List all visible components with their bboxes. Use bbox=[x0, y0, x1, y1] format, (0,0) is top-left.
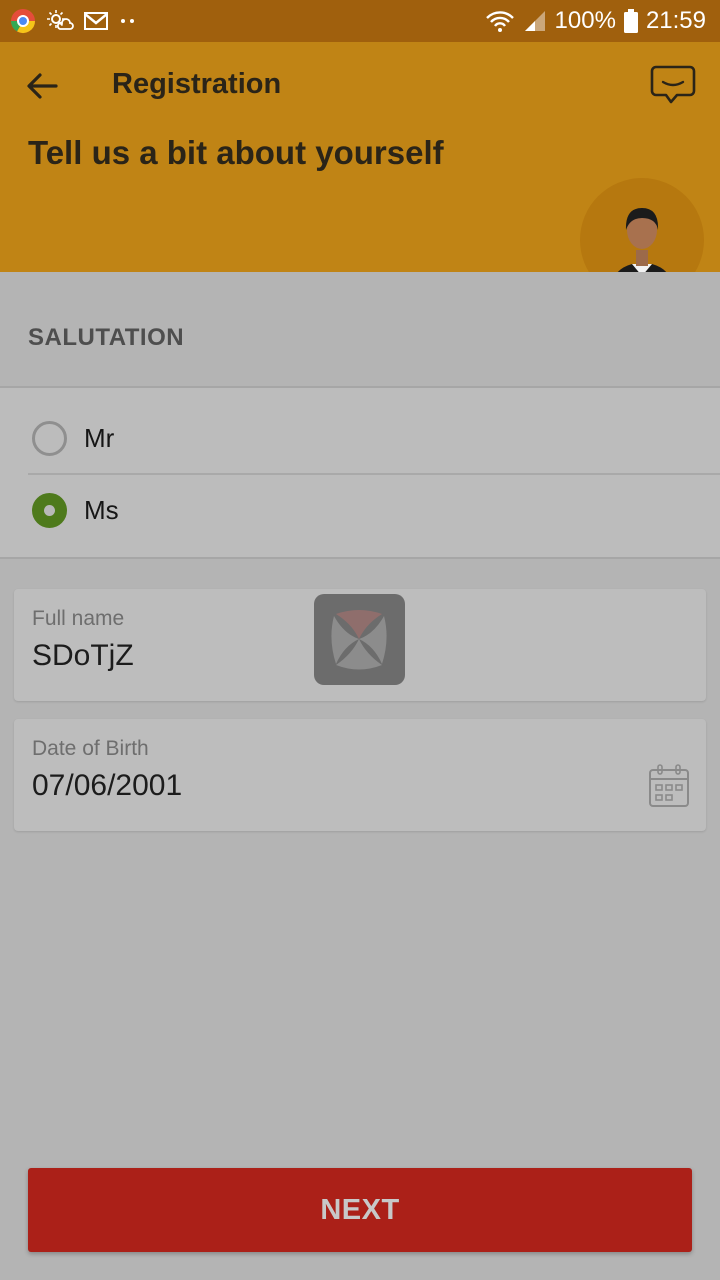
radio-button-ms[interactable] bbox=[32, 492, 67, 528]
salutation-option-ms[interactable]: Ms bbox=[0, 474, 720, 546]
salutation-option-mr[interactable]: Mr bbox=[0, 402, 720, 474]
more-dots-icon bbox=[121, 19, 134, 23]
radio-label-mr: Mr bbox=[84, 422, 115, 453]
status-bar-left bbox=[10, 6, 138, 36]
full-name-input[interactable]: SDoTjZ bbox=[32, 639, 134, 673]
signal-icon bbox=[524, 11, 545, 31]
radio-button-mr[interactable] bbox=[32, 420, 67, 456]
clock: 21:59 bbox=[645, 7, 706, 34]
calendar-icon[interactable] bbox=[648, 763, 690, 809]
person-avatar-icon bbox=[617, 208, 667, 272]
chrome-icon bbox=[10, 9, 35, 34]
status-bar: 100% 21:59 bbox=[0, 0, 720, 42]
wifi-icon bbox=[485, 11, 514, 32]
page-title: Registration bbox=[112, 68, 282, 100]
radio-label-ms: Ms bbox=[84, 494, 119, 525]
salutation-radio-group: Mr Ms bbox=[0, 386, 720, 559]
bank-logo-icon bbox=[331, 610, 387, 670]
weather-icon bbox=[47, 10, 74, 30]
app-header: Registration Tell us a bit about yoursel… bbox=[0, 42, 720, 272]
status-bar-right: 100% 21:59 bbox=[485, 6, 706, 36]
back-button[interactable] bbox=[22, 66, 62, 106]
page-tagline: Tell us a bit about yourself bbox=[28, 134, 444, 171]
salutation-label: SALUTATION bbox=[28, 324, 185, 351]
full-name-label: Full name bbox=[32, 607, 125, 630]
dob-field[interactable]: Date of Birth 07/06/2001 bbox=[14, 719, 706, 831]
dob-input[interactable]: 07/06/2001 bbox=[32, 769, 182, 803]
battery-icon bbox=[623, 9, 638, 33]
chat-button[interactable] bbox=[650, 64, 696, 108]
dob-label: Date of Birth bbox=[32, 737, 149, 760]
avatar bbox=[580, 178, 704, 272]
next-button[interactable]: NEXT bbox=[28, 1168, 692, 1252]
gmail-icon bbox=[84, 12, 108, 30]
back-arrow-icon bbox=[27, 73, 58, 99]
battery-percent: 100% bbox=[554, 7, 616, 34]
chat-icon bbox=[650, 65, 696, 104]
app-logo-overlay bbox=[314, 594, 405, 685]
